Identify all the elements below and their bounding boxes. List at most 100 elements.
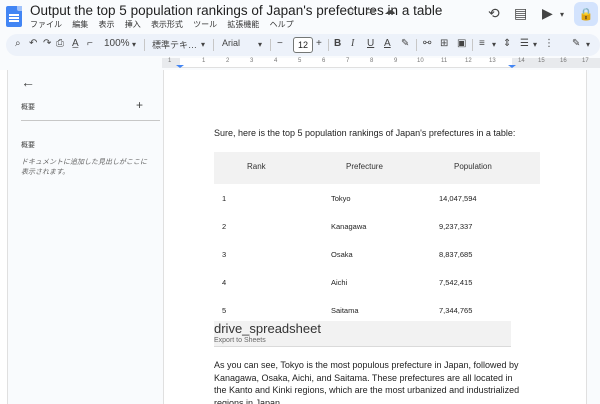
ruler-number: 2 bbox=[226, 58, 230, 64]
more-options-icon[interactable]: ⋮ bbox=[544, 38, 554, 49]
bold-icon[interactable]: B bbox=[334, 38, 341, 49]
horizontal-ruler[interactable]: 1 1 2 3 4 5 6 7 8 9 10 11 12 13 14 15 16… bbox=[162, 58, 600, 68]
docs-logo-icon[interactable] bbox=[6, 6, 22, 27]
highlight-icon[interactable]: ✎ bbox=[401, 38, 409, 49]
menu-tools[interactable]: ツール bbox=[193, 20, 217, 29]
share-lock-icon[interactable]: 🔒 bbox=[574, 2, 598, 26]
menu-help[interactable]: ヘルプ bbox=[270, 20, 294, 29]
ruler-number: 8 bbox=[370, 58, 374, 64]
table-header-cell: Population bbox=[454, 162, 492, 171]
table-cell: 1 bbox=[222, 194, 227, 203]
paragraph-style-select[interactable]: 標準テキ… bbox=[152, 38, 197, 51]
table-cell: Kanagawa bbox=[331, 222, 367, 231]
toolbar-divider bbox=[144, 39, 145, 51]
align-dropdown-icon[interactable]: ▾ bbox=[492, 40, 496, 49]
table-cell: Saitama bbox=[331, 306, 359, 315]
ruler-number: 1 bbox=[168, 58, 172, 64]
table-cell: 3 bbox=[222, 250, 227, 259]
table-cell: 7,344,765 bbox=[439, 306, 473, 315]
text-color-icon[interactable]: A bbox=[384, 38, 391, 49]
outline-divider bbox=[21, 120, 160, 121]
table-header-cell: Prefecture bbox=[346, 162, 383, 171]
toolbar-divider bbox=[416, 39, 417, 51]
ruler-number: 1 bbox=[202, 58, 206, 64]
outline-empty-hint: ドキュメントに追加した見出しがここに表示されます。 bbox=[21, 159, 147, 176]
table-row: 2 Kanagawa 9,237,337 bbox=[214, 212, 540, 240]
meet-icon[interactable]: ▶ bbox=[542, 5, 553, 22]
increase-font-size-icon[interactable]: + bbox=[316, 38, 322, 49]
italic-icon[interactable]: I bbox=[351, 38, 354, 49]
ruler-number: 16 bbox=[560, 58, 567, 64]
font-family-select[interactable]: Arial bbox=[222, 38, 240, 48]
align-icon[interactable]: ≡ bbox=[479, 38, 485, 49]
ruler-number: 13 bbox=[489, 58, 496, 64]
add-summary-plus-icon[interactable]: + bbox=[136, 98, 143, 112]
menu-file[interactable]: ファイル bbox=[30, 20, 62, 29]
table-cell: 2 bbox=[222, 222, 227, 231]
paint-format-icon[interactable]: ⌐ bbox=[87, 38, 93, 49]
menu-edit[interactable]: 編集 bbox=[72, 20, 88, 29]
history-icon[interactable]: ⟲ bbox=[488, 5, 500, 22]
document-page[interactable]: Sure, here is the top 5 population ranki… bbox=[163, 70, 587, 404]
meet-dropdown-icon[interactable]: ▾ bbox=[560, 10, 564, 19]
table-row: 4 Aichi 7,542,415 bbox=[214, 268, 540, 296]
export-to-sheets-label[interactable]: Export to Sheets bbox=[214, 337, 266, 344]
ruler-number: 15 bbox=[538, 58, 545, 64]
ruler-number: 10 bbox=[417, 58, 424, 64]
ruler-number: 11 bbox=[441, 58, 448, 64]
table-header-row: Rank Prefecture Population bbox=[214, 152, 540, 184]
toolbar-divider bbox=[270, 39, 271, 51]
spellcheck-icon[interactable]: A̲ bbox=[72, 38, 79, 49]
insert-image-icon[interactable]: ▣ bbox=[457, 38, 466, 49]
close-outline-arrow-icon[interactable]: ← bbox=[21, 74, 35, 90]
insert-comment-icon[interactable]: ⊞ bbox=[440, 38, 448, 49]
undo-icon[interactable]: ↶ bbox=[29, 38, 37, 49]
vertical-ruler[interactable] bbox=[0, 70, 8, 404]
table-cell: Osaka bbox=[331, 250, 353, 259]
decrease-font-size-icon[interactable]: − bbox=[277, 38, 283, 49]
toolbar-divider bbox=[472, 39, 473, 51]
checklist-icon[interactable]: ☰ bbox=[520, 38, 529, 49]
table-cell: 4 bbox=[222, 278, 227, 287]
population-table: Rank Prefecture Population 1 Tokyo 14,04… bbox=[214, 152, 540, 324]
print-icon[interactable]: ⎙ bbox=[56, 38, 64, 49]
cloud-status-icon[interactable]: ☁ bbox=[384, 5, 395, 17]
ruler-number: 6 bbox=[322, 58, 326, 64]
font-size-input[interactable]: 12 bbox=[293, 37, 313, 53]
editing-mode-dropdown-icon[interactable]: ▾ bbox=[586, 40, 590, 49]
menu-insert[interactable]: 挿入 bbox=[125, 20, 141, 29]
underline-icon[interactable]: U bbox=[367, 38, 374, 49]
ruler-number: 5 bbox=[298, 58, 302, 64]
font-dropdown-icon[interactable]: ▾ bbox=[258, 40, 262, 49]
menu-format[interactable]: 表示形式 bbox=[151, 20, 183, 29]
checklist-dropdown-icon[interactable]: ▾ bbox=[533, 40, 537, 49]
title-actions: ☆ ▭ ☁ bbox=[346, 4, 401, 17]
menu-extensions[interactable]: 拡張機能 bbox=[227, 20, 259, 29]
table-cell: 9,237,337 bbox=[439, 222, 473, 231]
insert-link-icon[interactable]: ⚯ bbox=[423, 38, 431, 49]
outline-section-heading: 概要 bbox=[21, 142, 35, 149]
style-dropdown-icon[interactable]: ▾ bbox=[201, 40, 205, 49]
table-cell: 8,837,685 bbox=[439, 250, 473, 259]
export-to-sheets-chip[interactable]: drive_spreadsheet Export to Sheets bbox=[214, 321, 511, 347]
zoom-select[interactable]: 100% bbox=[104, 38, 130, 49]
toolbar-divider bbox=[328, 39, 329, 51]
zoom-dropdown-icon[interactable]: ▾ bbox=[132, 40, 136, 49]
search-menus-icon[interactable]: ⌕ bbox=[15, 38, 21, 49]
menu-view[interactable]: 表示 bbox=[98, 20, 114, 29]
editing-mode-icon[interactable]: ✎ bbox=[572, 38, 580, 49]
comments-icon[interactable]: ▤ bbox=[514, 5, 527, 22]
redo-icon[interactable]: ↷ bbox=[43, 38, 51, 49]
conclusion-paragraph: As you can see, Tokyo is the most populo… bbox=[214, 360, 520, 404]
document-outline-panel: ← 概要 + 概要 ドキュメントに追加した見出しがここに表示されます。 bbox=[8, 70, 160, 404]
ruler-number: 14 bbox=[518, 58, 525, 64]
table-cell: 14,047,594 bbox=[439, 194, 477, 203]
line-spacing-icon[interactable]: ⇕ bbox=[503, 38, 511, 49]
table-row: 5 Saitama 7,344,765 bbox=[214, 296, 540, 324]
title-bar: Output the top 5 population rankings of … bbox=[0, 0, 600, 33]
outline-summary-heading: 概要 bbox=[21, 104, 35, 111]
star-icon[interactable]: ☆ bbox=[346, 5, 356, 17]
drive-spreadsheet-icon-label: drive_spreadsheet bbox=[214, 321, 321, 336]
table-cell: Tokyo bbox=[331, 194, 351, 203]
move-folder-icon[interactable]: ▭ bbox=[365, 5, 375, 17]
